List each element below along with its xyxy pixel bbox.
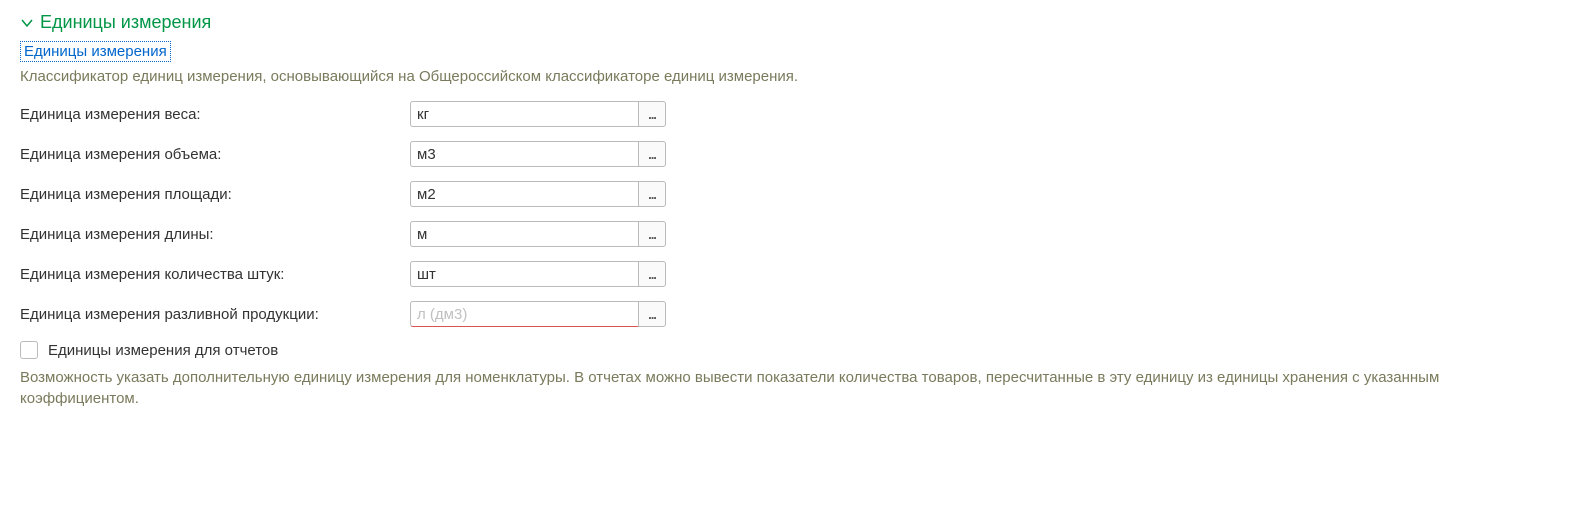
checkbox-reports[interactable] — [20, 341, 38, 359]
row-bulk: Единица измерения разливной продукции: .… — [20, 301, 1549, 327]
row-area: Единица измерения площади: ... — [20, 181, 1549, 207]
picker-count[interactable]: ... — [638, 261, 666, 287]
input-weight[interactable] — [410, 101, 638, 127]
label-volume: Единица измерения объема: — [20, 146, 410, 163]
label-weight: Единица измерения веса: — [20, 106, 410, 123]
input-area[interactable] — [410, 181, 638, 207]
picker-volume[interactable]: ... — [638, 141, 666, 167]
row-length: Единица измерения длины: ... — [20, 221, 1549, 247]
row-volume: Единица измерения объема: ... — [20, 141, 1549, 167]
input-volume[interactable] — [410, 141, 638, 167]
section-header[interactable]: Единицы измерения — [20, 12, 1549, 33]
label-count: Единица измерения количества штук: — [20, 266, 410, 283]
picker-area[interactable]: ... — [638, 181, 666, 207]
input-length[interactable] — [410, 221, 638, 247]
label-area: Единица измерения площади: — [20, 186, 410, 203]
checkbox-row-reports: Единицы измерения для отчетов — [20, 341, 1549, 359]
label-bulk: Единица измерения разливной продукции: — [20, 306, 410, 323]
picker-weight[interactable]: ... — [638, 101, 666, 127]
section-title: Единицы измерения — [40, 12, 211, 33]
picker-length[interactable]: ... — [638, 221, 666, 247]
section-description: Классификатор единиц измерения, основыва… — [20, 68, 1549, 85]
input-count[interactable] — [410, 261, 638, 287]
picker-bulk[interactable]: ... — [638, 301, 666, 327]
input-bulk[interactable] — [410, 301, 638, 327]
checkbox-label-reports: Единицы измерения для отчетов — [48, 342, 278, 359]
units-link[interactable]: Единицы измерения — [20, 41, 171, 62]
row-weight: Единица измерения веса: ... — [20, 101, 1549, 127]
label-length: Единица измерения длины: — [20, 226, 410, 243]
note-reports: Возможность указать дополнительную едини… — [20, 367, 1549, 409]
chevron-down-icon — [20, 16, 34, 30]
row-count: Единица измерения количества штук: ... — [20, 261, 1549, 287]
